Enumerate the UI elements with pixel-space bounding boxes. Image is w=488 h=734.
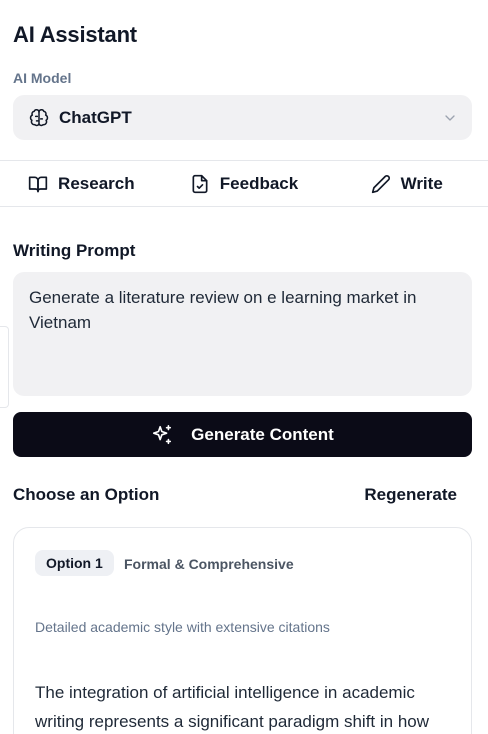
book-open-icon — [28, 174, 48, 194]
generate-content-button[interactable]: Generate Content — [13, 412, 472, 457]
file-check-icon — [190, 174, 210, 194]
option-badge: Option 1 — [35, 550, 114, 576]
option-card[interactable]: Option 1 Formal & Comprehensive Detailed… — [13, 527, 472, 734]
model-select-value: ChatGPT — [59, 107, 132, 127]
options-heading: Choose an Option — [13, 485, 160, 504]
pencil-icon — [371, 174, 391, 194]
model-select[interactable]: ChatGPT — [13, 95, 472, 140]
model-label: AI Model — [13, 70, 72, 86]
tab-write-label: Write — [400, 173, 443, 193]
regenerate-button[interactable]: Regenerate — [364, 485, 457, 505]
brain-icon — [29, 108, 49, 128]
chevron-down-icon — [442, 110, 458, 126]
tab-feedback[interactable]: Feedback — [163, 161, 326, 206]
tab-bar: Research Feedback Write — [0, 161, 488, 206]
tab-research-label: Research — [58, 173, 135, 193]
page-title: AI Assistant — [13, 22, 137, 47]
divider-bottom — [0, 206, 488, 207]
sparkles-icon — [151, 424, 173, 446]
prompt-label: Writing Prompt — [13, 241, 136, 260]
prompt-input[interactable]: Generate a literature review on e learni… — [13, 272, 472, 396]
tab-research[interactable]: Research — [0, 161, 163, 206]
option-description: Detailed academic style with extensive c… — [35, 619, 330, 635]
option-body-text: The integration of artificial intelligen… — [35, 683, 430, 731]
tab-write[interactable]: Write — [325, 161, 488, 206]
tab-feedback-label: Feedback — [219, 173, 299, 193]
option-style-name: Formal & Comprehensive — [124, 556, 294, 572]
side-panel-handle[interactable] — [0, 326, 9, 408]
generate-content-label: Generate Content — [191, 424, 334, 444]
